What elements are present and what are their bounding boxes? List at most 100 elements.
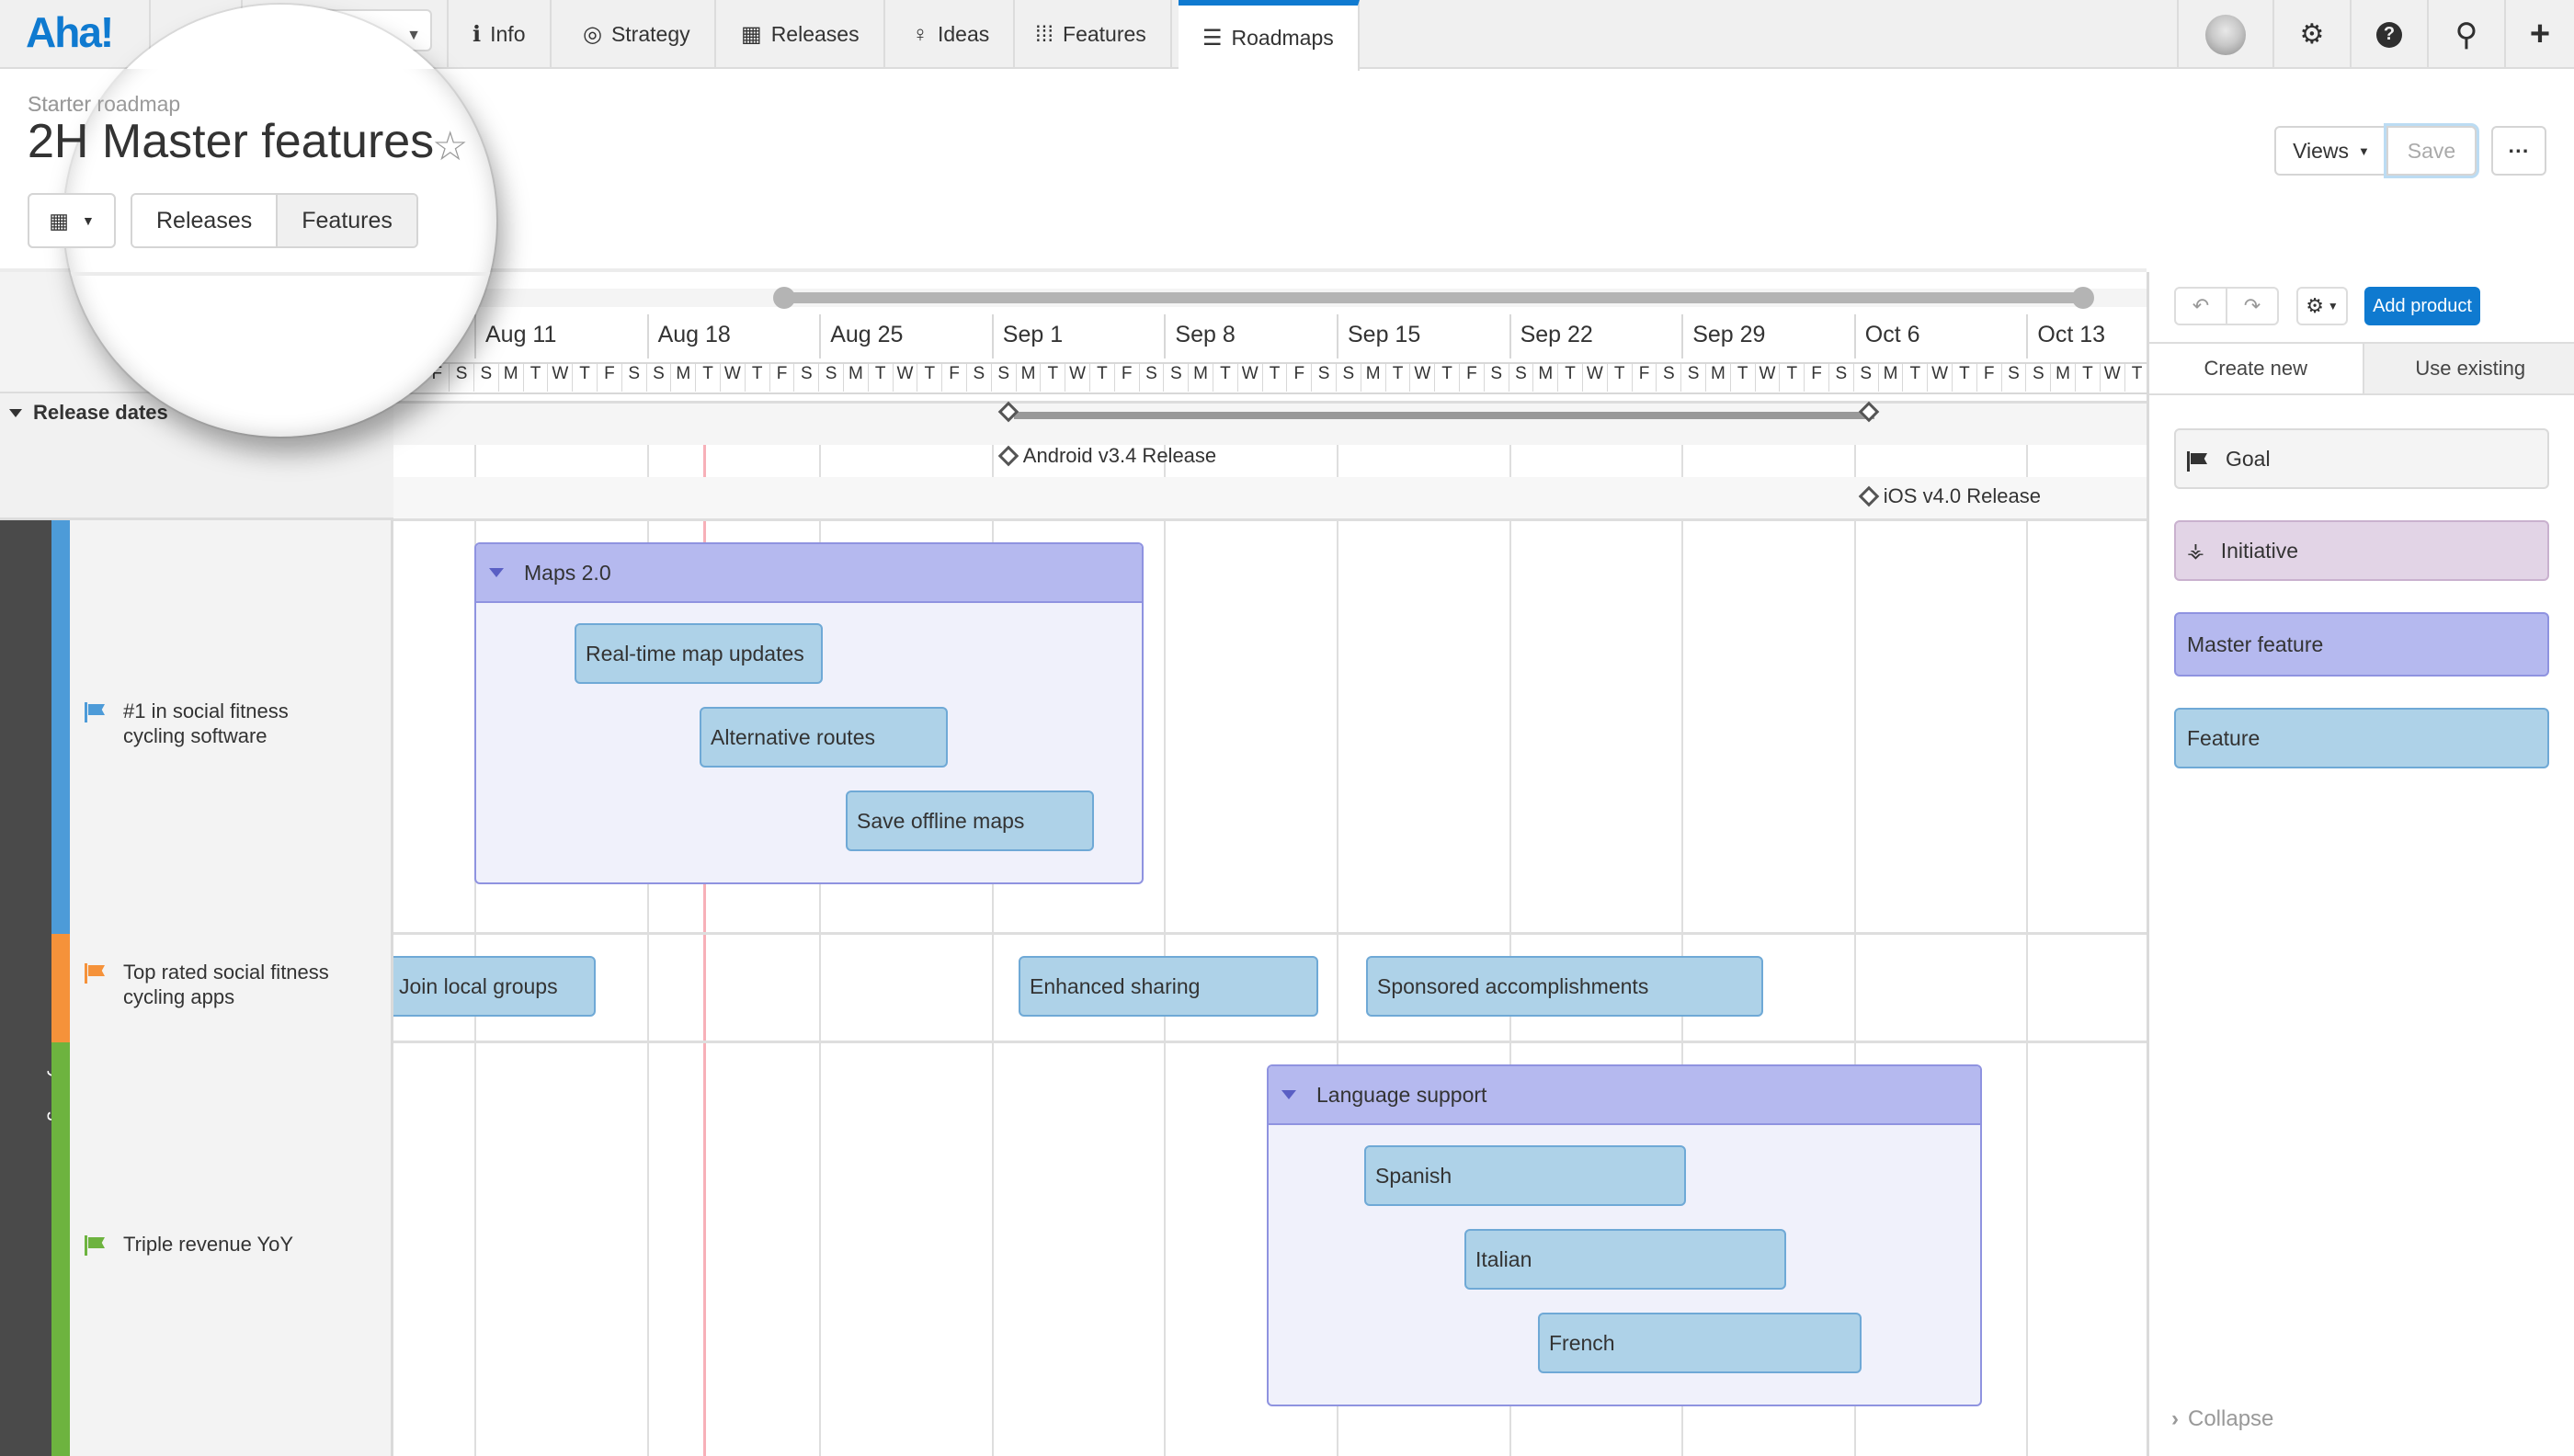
master-feature-name: Maps 2.0 <box>524 560 611 585</box>
tab-ideas[interactable]: ♀ Ideas <box>888 0 1016 69</box>
flag-icon <box>85 702 107 722</box>
tab-features[interactable]: ⁞⁞⁞ Features <box>1011 0 1172 69</box>
more-options-button[interactable]: ··· <box>2491 126 2546 176</box>
toggle-releases[interactable]: Releases <box>132 195 277 246</box>
week-label: Oct 13 <box>2037 322 2106 347</box>
day-letter: T <box>1090 364 1115 392</box>
release-end-marker[interactable] <box>1858 401 1880 423</box>
day-letter: T <box>1263 364 1288 392</box>
master-feature-header[interactable]: Maps 2.0 <box>476 544 1142 603</box>
settings-button[interactable]: ⚙ <box>2272 0 2350 69</box>
product-bar <box>0 520 51 1456</box>
caret-down-icon: ▼ <box>81 213 95 228</box>
calendar-icon: ▦ <box>741 22 762 47</box>
redo-button[interactable]: ↷ <box>2226 287 2279 325</box>
zoom-slider-start-handle[interactable] <box>773 287 795 309</box>
goal-color-bar <box>51 520 70 934</box>
feature-bar[interactable]: Alternative routes <box>700 707 948 768</box>
release-band <box>393 404 2147 445</box>
save-button[interactable]: Save <box>2386 126 2477 176</box>
star-icon[interactable]: ☆ <box>432 123 468 170</box>
release-start-marker[interactable] <box>997 401 1019 423</box>
day-letter: T <box>1386 364 1411 392</box>
create-feature-card[interactable]: Feature <box>2174 708 2549 768</box>
day-letter: W <box>2101 364 2125 392</box>
day-letter: F <box>1287 364 1313 392</box>
add-product-button[interactable]: Add product <box>2364 287 2480 325</box>
divider <box>393 932 2147 935</box>
goal-row[interactable]: Top rated social fitness cycling apps <box>85 960 362 1009</box>
add-button[interactable]: + <box>2504 0 2574 69</box>
tab-label: Strategy <box>610 22 690 46</box>
release-milestone[interactable]: iOS v4.0 Release <box>1858 484 2041 508</box>
day-letter: W <box>548 364 574 392</box>
release-milestone[interactable]: Android v3.4 Release <box>997 444 1216 468</box>
flag-icon <box>85 963 107 984</box>
search-button[interactable]: ⚲ <box>2427 0 2504 69</box>
calendar-dropdown-button[interactable]: ▦▼ <box>28 193 116 248</box>
week-divider <box>646 314 649 358</box>
day-letter: F <box>598 364 622 392</box>
day-letter: T <box>524 364 549 392</box>
feature-bar[interactable]: Italian <box>1464 1229 1786 1290</box>
right-panel: ↶ ↷ ⚙ ▼ Add product Create new Use existi… <box>2147 272 2574 1456</box>
day-letter: T <box>1780 364 1805 392</box>
day-letter: F <box>1977 364 2002 392</box>
feature-bar[interactable]: Save offline maps <box>846 791 1094 851</box>
gridline <box>2026 404 2029 1456</box>
feature-bar[interactable]: Enhanced sharing <box>1019 956 1318 1017</box>
day-letter: S <box>1485 364 1509 392</box>
day-letter: T <box>917 364 943 392</box>
master-feature-name: Language support <box>1316 1082 1487 1107</box>
goal-row[interactable]: Triple revenue YoY <box>85 1232 362 1257</box>
feature-bar[interactable]: Real-time map updates <box>575 623 823 684</box>
views-dropdown[interactable]: Views ▼ <box>2274 126 2388 176</box>
goal-row[interactable]: #1 in social fitness cycling software <box>85 699 344 748</box>
collapse-button[interactable]: › Collapse <box>2171 1406 2273 1432</box>
create-goal-card[interactable]: Goal <box>2174 428 2549 489</box>
day-letter: W <box>894 364 918 392</box>
toggle-features[interactable]: Features <box>276 195 416 246</box>
caret-down-icon: ▼ <box>2358 143 2370 158</box>
day-letter: T <box>573 364 598 392</box>
settings-dropdown[interactable]: ⚙ ▼ <box>2296 287 2348 325</box>
card-label: Feature <box>2187 725 2261 750</box>
create-initiative-card[interactable]: ⚶ Initiative <box>2174 520 2549 581</box>
week-divider <box>1509 314 1511 358</box>
user-avatar-button[interactable] <box>2177 0 2272 69</box>
zoom-slider-end-handle[interactable] <box>2072 287 2094 309</box>
feature-bar[interactable]: French <box>1538 1313 1862 1373</box>
caret-down-icon[interactable] <box>1281 1090 1296 1099</box>
help-button[interactable]: ? <box>2350 0 2427 69</box>
day-letter: T <box>746 364 770 392</box>
goal-label: Top rated social fitness cycling apps <box>123 961 329 1008</box>
tab-strategy[interactable]: ◎ Strategy <box>559 0 716 69</box>
day-letter: M <box>2051 364 2076 392</box>
hierarchy-icon: ⚶ <box>2187 539 2204 562</box>
day-letter: F <box>1115 364 1140 392</box>
feature-bar[interactable]: Sponsored accomplishments <box>1366 956 1763 1017</box>
tab-use-existing[interactable]: Use existing <box>2362 344 2574 393</box>
tab-create-new[interactable]: Create new <box>2149 344 2363 393</box>
day-letter: S <box>647 364 672 392</box>
goal-color-bar <box>51 1042 70 1456</box>
zoom-slider-range[interactable] <box>784 292 2083 303</box>
views-label: Views <box>2293 138 2350 163</box>
caret-down-icon[interactable] <box>489 568 504 577</box>
feature-bar[interactable]: Join local groups <box>393 956 596 1017</box>
master-feature-header[interactable]: Language support <box>1269 1066 1980 1125</box>
undo-button[interactable]: ↶ <box>2174 287 2227 325</box>
day-letter: T <box>1903 364 1929 392</box>
tab-releases[interactable]: ▦ Releases <box>717 0 885 69</box>
lightbulb-icon: ♀ <box>912 21 928 47</box>
day-letter: M <box>499 364 524 392</box>
day-letter: S <box>819 364 844 392</box>
week-divider <box>1337 314 1338 358</box>
tab-label: Roadmaps <box>1231 26 1334 50</box>
tab-roadmaps[interactable]: ☰ Roadmaps <box>1179 0 1360 71</box>
day-letter: S <box>992 364 1017 392</box>
create-master-feature-card[interactable]: Master feature <box>2174 612 2549 677</box>
week-label: Sep 8 <box>1175 322 1236 347</box>
day-letter: T <box>2125 364 2147 392</box>
feature-bar[interactable]: Spanish <box>1364 1145 1686 1206</box>
